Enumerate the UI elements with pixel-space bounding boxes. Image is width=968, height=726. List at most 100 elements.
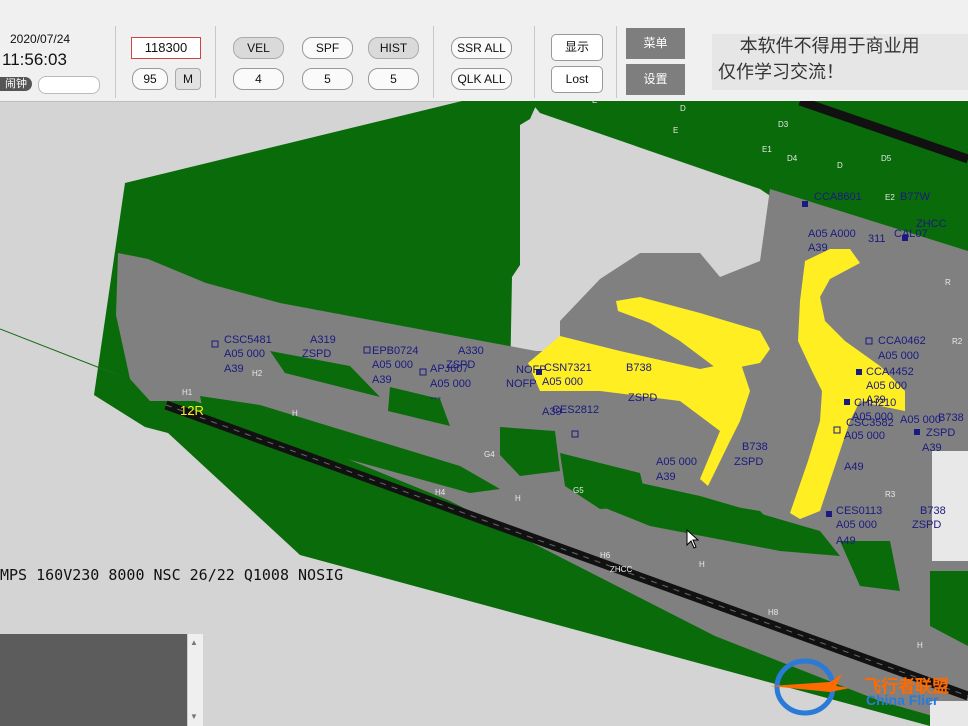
divider [215,26,216,98]
airport-radar-map[interactable]: 12R H1 H2 H G4 H4 H G5 H6 ZHCC H H8 D D3… [0,101,968,726]
mouse-cursor-icon [686,529,700,549]
aircraft-type: A319 [310,334,336,346]
route: A05 000 [656,456,697,468]
callsign: CAL07 [894,228,928,240]
callsign: CCA4452 [866,366,914,378]
route: 311 [868,233,886,245]
callsign: CSC5481 [224,334,272,346]
route: A05 000 [878,350,919,362]
destination: ZSPD [912,519,941,531]
taxiway-label: E2 [885,193,895,202]
route: A05 000 [542,376,583,388]
spf-value[interactable]: 5 [302,68,353,90]
toolbar: 2020/07/24 11:56:03 闹钟 118300 95 M VEL 4… [0,0,968,102]
route: A05 A000 [808,228,856,240]
destination: ZSPD [926,427,955,439]
aircraft-type: B738 [626,362,652,374]
watermark-en: China Flier [866,692,939,708]
frequency-input[interactable]: 118300 [131,37,201,59]
taxiway-label: D [680,104,686,113]
taxiway-label: R [945,278,951,287]
alarm-input[interactable] [38,76,100,94]
hist-button[interactable]: HIST [368,37,419,59]
taxiway-label: R3 [885,490,896,499]
spf-button[interactable]: SPF [302,37,353,59]
callsign: CSC3582 [846,417,894,429]
taxiway-label: D [837,161,843,170]
taxiway-label: H2 [252,369,263,378]
notice-banner: 本软件不得用于商业用 仅作学习交流！ [712,34,968,90]
settings-button[interactable]: 设置 [626,64,685,95]
altitude: A39 [808,242,828,254]
divider [616,26,617,98]
altitude: A39 [372,374,392,386]
destination: ZSPD [734,456,763,468]
range-value-input[interactable]: 95 [132,68,168,90]
callsign: CSN7321 [544,362,592,374]
taxiway-label: E1 [762,145,772,154]
alarm-toggle[interactable]: 闹钟 [0,77,32,91]
route: A05 000 [836,519,877,531]
metar-text: MPS 160V230 8000 NSC 26/22 Q1008 NOSIG [0,566,344,584]
date-display: 2020/07/24 [10,32,71,46]
taxiway-label: H [699,560,705,569]
taxiway-label: G4 [484,450,495,459]
aircraft-type: A330 [458,345,484,357]
aircraft-type: B738 [920,505,946,517]
qlk-all-button[interactable]: QLK ALL [451,68,512,90]
callsign: CHH210 [854,397,896,409]
menu-button[interactable]: 菜单 [626,28,685,59]
clock-display: 11:56:03 [2,50,67,69]
callsign: CES2812 [552,404,599,416]
taxiway-label: E [673,126,678,135]
route: A05 000 [900,414,941,426]
display-button[interactable]: 显示 [551,34,603,61]
altitude: A49 [844,461,864,473]
taxiway-label: H6 [600,551,611,560]
m-button[interactable]: M [175,68,201,90]
taxiway-label: U [952,463,958,472]
altitude: A39 [224,363,244,375]
callsign: CES0113 [836,505,882,517]
notice-line-2: 仅作学习交流！ [718,62,844,83]
taxiway-label: D5 [881,154,892,163]
taxiway-label: H [917,641,923,650]
altitude: A49 [836,535,856,547]
route: A05 000 [844,430,885,442]
taxiway-label: R2 [952,337,963,346]
taxiway-label: H1 [182,388,193,397]
callsign: CCA8601 [814,191,862,203]
vel-button[interactable]: VEL [233,37,284,59]
scroll-up-icon[interactable]: ▲ [190,638,198,647]
taxiway-label: E [592,101,597,105]
taxiway-label: H [515,494,521,503]
message-panel[interactable] [0,634,187,726]
altitude: A39 [922,442,942,454]
lost-button[interactable]: Lost [551,66,603,93]
taxiway-label: D3 [778,120,789,129]
callsign: CCA0462 [878,335,926,347]
runway-label: 12R [180,403,204,418]
destination: ZSPD [302,348,331,360]
divider [534,26,535,98]
hist-value[interactable]: 5 [368,68,419,90]
aircraft-type: B738 [938,412,964,424]
taxiway-label: H4 [435,488,446,497]
taxiway-label: G5 [573,486,584,495]
ssr-all-button[interactable]: SSR ALL [451,37,512,59]
aircraft-type: B77W [900,191,931,203]
divider [433,26,434,98]
callsign: APJ607 [430,363,469,375]
logo-icon [770,658,850,716]
route: A05 000 [866,380,907,392]
aircraft-type: B738 [742,441,768,453]
route: A05 000 [430,378,471,390]
taxiway-label: H [292,409,298,418]
altitude: A39 [656,471,676,483]
scroll-down-icon[interactable]: ▼ [190,712,198,721]
route: NOFP [506,378,537,390]
vel-value[interactable]: 4 [233,68,284,90]
route: A05 000 [224,348,265,360]
route: A05 000 [372,359,413,371]
taxiway-label: H8 [768,608,779,617]
